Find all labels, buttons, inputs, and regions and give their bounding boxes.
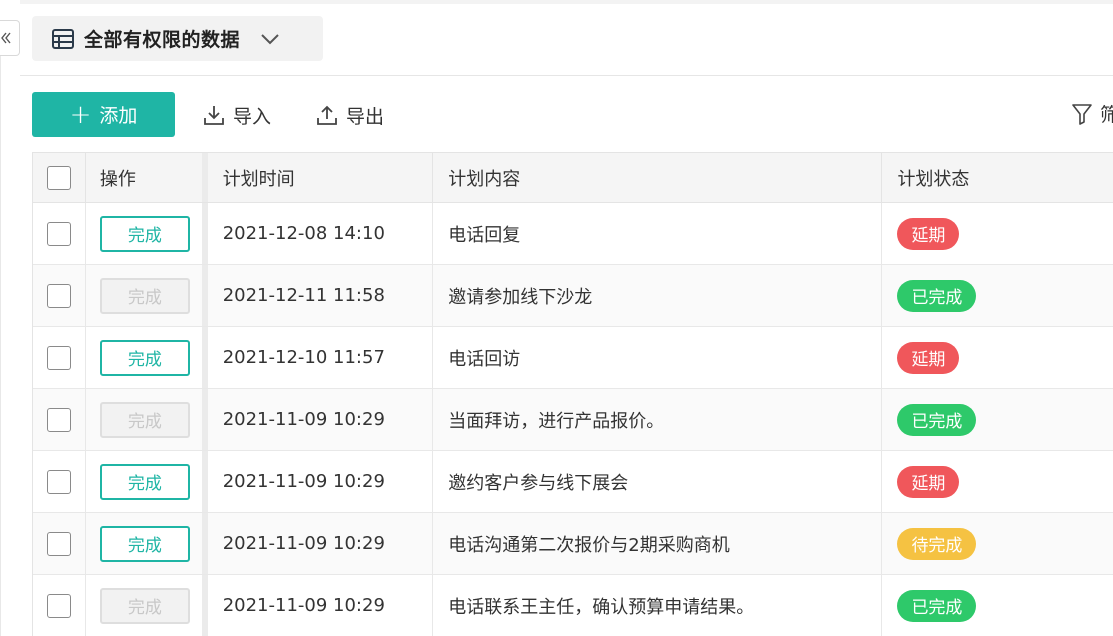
- plan-status-cell: 已完成: [882, 389, 1113, 450]
- sidebar-collapse-handle[interactable]: [0, 20, 20, 56]
- header-divider: [20, 75, 1113, 76]
- row-checkbox[interactable]: [46, 345, 71, 370]
- plan-time-cell: 2021-11-09 10:29: [208, 513, 434, 574]
- plus-icon: +: [69, 99, 92, 130]
- row-checkbox-cell: [33, 575, 86, 636]
- download-icon: [204, 106, 224, 125]
- import-button-label: 导入: [233, 105, 272, 128]
- filter-icon: [1072, 103, 1092, 125]
- table-row[interactable]: 完成 2021-12-11 11:58 邀请参加线下沙龙 已完成: [33, 265, 1113, 327]
- row-checkbox-cell: [33, 513, 86, 574]
- plan-table: 操作 计划时间 计划内容 计划状态 完成 2021-12-08 14:10 电话回复…: [32, 152, 1113, 636]
- table-row[interactable]: 完成 2021-12-10 11:57 电话回访 延期: [33, 327, 1113, 389]
- status-badge: 延期: [897, 341, 960, 374]
- table-header-row: 操作 计划时间 计划内容 计划状态: [33, 153, 1113, 203]
- action-cell: 完成: [86, 513, 208, 574]
- row-checkbox-cell: [33, 451, 86, 512]
- header-checkbox-cell: [33, 153, 86, 202]
- plan-status-cell: 已完成: [882, 265, 1113, 326]
- row-checkbox[interactable]: [46, 407, 71, 432]
- plan-content-cell: 电话回访: [433, 327, 883, 388]
- plan-status-cell: 已完成: [882, 575, 1113, 636]
- plan-content-cell: 邀请参加线下沙龙: [433, 265, 883, 326]
- complete-button[interactable]: 完成: [99, 215, 190, 252]
- action-cell: 完成: [86, 389, 208, 450]
- row-checkbox-cell: [33, 327, 86, 388]
- action-cell: 完成: [86, 451, 208, 512]
- complete-button: 完成: [99, 401, 190, 438]
- column-header-content[interactable]: 计划内容: [433, 153, 883, 202]
- table-icon: [52, 28, 74, 49]
- row-checkbox[interactable]: [46, 283, 71, 308]
- row-checkbox[interactable]: [46, 221, 71, 246]
- status-badge: 延期: [897, 217, 960, 250]
- status-badge: 已完成: [897, 403, 977, 436]
- view-selector[interactable]: 全部有权限的数据: [32, 16, 323, 61]
- plan-time-cell: 2021-12-11 11:58: [208, 265, 434, 326]
- view-selector-title: 全部有权限的数据: [84, 29, 241, 51]
- action-cell: 完成: [86, 327, 208, 388]
- row-checkbox-cell: [33, 203, 86, 264]
- column-header-action: 操作: [86, 153, 208, 202]
- add-button-label: 添加: [99, 105, 138, 127]
- complete-button[interactable]: 完成: [99, 525, 190, 562]
- plan-time-cell: 2021-11-09 10:29: [208, 451, 434, 512]
- complete-button[interactable]: 完成: [99, 339, 190, 376]
- select-all-checkbox[interactable]: [46, 165, 71, 190]
- chevron-down-icon: [260, 33, 280, 45]
- plan-status-cell: 延期: [882, 203, 1113, 264]
- table-row[interactable]: 完成 2021-11-09 10:29 电话沟通第二次报价与2期采购商机 待完成: [33, 513, 1113, 575]
- row-checkbox[interactable]: [46, 593, 71, 618]
- export-button[interactable]: 导出: [316, 98, 384, 132]
- plan-time-cell: 2021-11-09 10:29: [208, 575, 434, 636]
- complete-button: 完成: [99, 587, 190, 624]
- page: 全部有权限的数据 + 添加 导入 导出 筛 操作 计划时间 计划内容 计划状态 …: [0, 0, 1113, 636]
- complete-button: 完成: [99, 277, 190, 314]
- table-body: 完成 2021-12-08 14:10 电话回复 延期 完成 2021-12-11 11:…: [33, 203, 1113, 636]
- table-row[interactable]: 完成 2021-12-08 14:10 电话回复 延期: [33, 203, 1113, 265]
- status-badge: 延期: [897, 465, 960, 498]
- plan-content-cell: 当面拜访，进行产品报价。: [433, 389, 883, 450]
- status-badge: 已完成: [897, 279, 977, 312]
- plan-content-cell: 电话沟通第二次报价与2期采购商机: [433, 513, 883, 574]
- row-checkbox-cell: [33, 389, 86, 450]
- complete-button[interactable]: 完成: [99, 463, 190, 500]
- table-row[interactable]: 完成 2021-11-09 10:29 当面拜访，进行产品报价。 已完成: [33, 389, 1113, 451]
- plan-status-cell: 待完成: [882, 513, 1113, 574]
- import-button[interactable]: 导入: [203, 98, 271, 132]
- export-button-label: 导出: [346, 105, 385, 128]
- plan-time-cell: 2021-12-10 11:57: [208, 327, 434, 388]
- plan-content-cell: 电话联系王主任，确认预算申请结果。: [433, 575, 883, 636]
- action-cell: 完成: [86, 575, 208, 636]
- plan-status-cell: 延期: [882, 327, 1113, 388]
- row-checkbox[interactable]: [46, 469, 71, 494]
- plan-content-cell: 邀约客户参与线下展会: [433, 451, 883, 512]
- column-header-time[interactable]: 计划时间: [208, 153, 434, 202]
- row-checkbox-cell: [33, 265, 86, 326]
- filter-button-label: 筛: [1100, 104, 1113, 126]
- column-header-status[interactable]: 计划状态: [882, 153, 1113, 202]
- plan-time-cell: 2021-12-08 14:10: [208, 203, 434, 264]
- status-badge: 已完成: [897, 589, 977, 622]
- left-divider: [0, 56, 1, 636]
- double-chevron-left-icon: [0, 32, 11, 44]
- upload-icon: [317, 105, 337, 125]
- status-badge: 待完成: [897, 527, 977, 560]
- plan-time-cell: 2021-11-09 10:29: [208, 389, 434, 450]
- add-button[interactable]: + 添加: [32, 92, 175, 137]
- filter-button[interactable]: 筛: [1072, 100, 1113, 127]
- top-strip: [20, 0, 1113, 4]
- action-cell: 完成: [86, 203, 208, 264]
- row-checkbox[interactable]: [46, 531, 71, 556]
- action-cell: 完成: [86, 265, 208, 326]
- table-row[interactable]: 完成 2021-11-09 10:29 电话联系王主任，确认预算申请结果。 已完成: [33, 575, 1113, 636]
- table-row[interactable]: 完成 2021-11-09 10:29 邀约客户参与线下展会 延期: [33, 451, 1113, 513]
- plan-status-cell: 延期: [882, 451, 1113, 512]
- plan-content-cell: 电话回复: [433, 203, 883, 264]
